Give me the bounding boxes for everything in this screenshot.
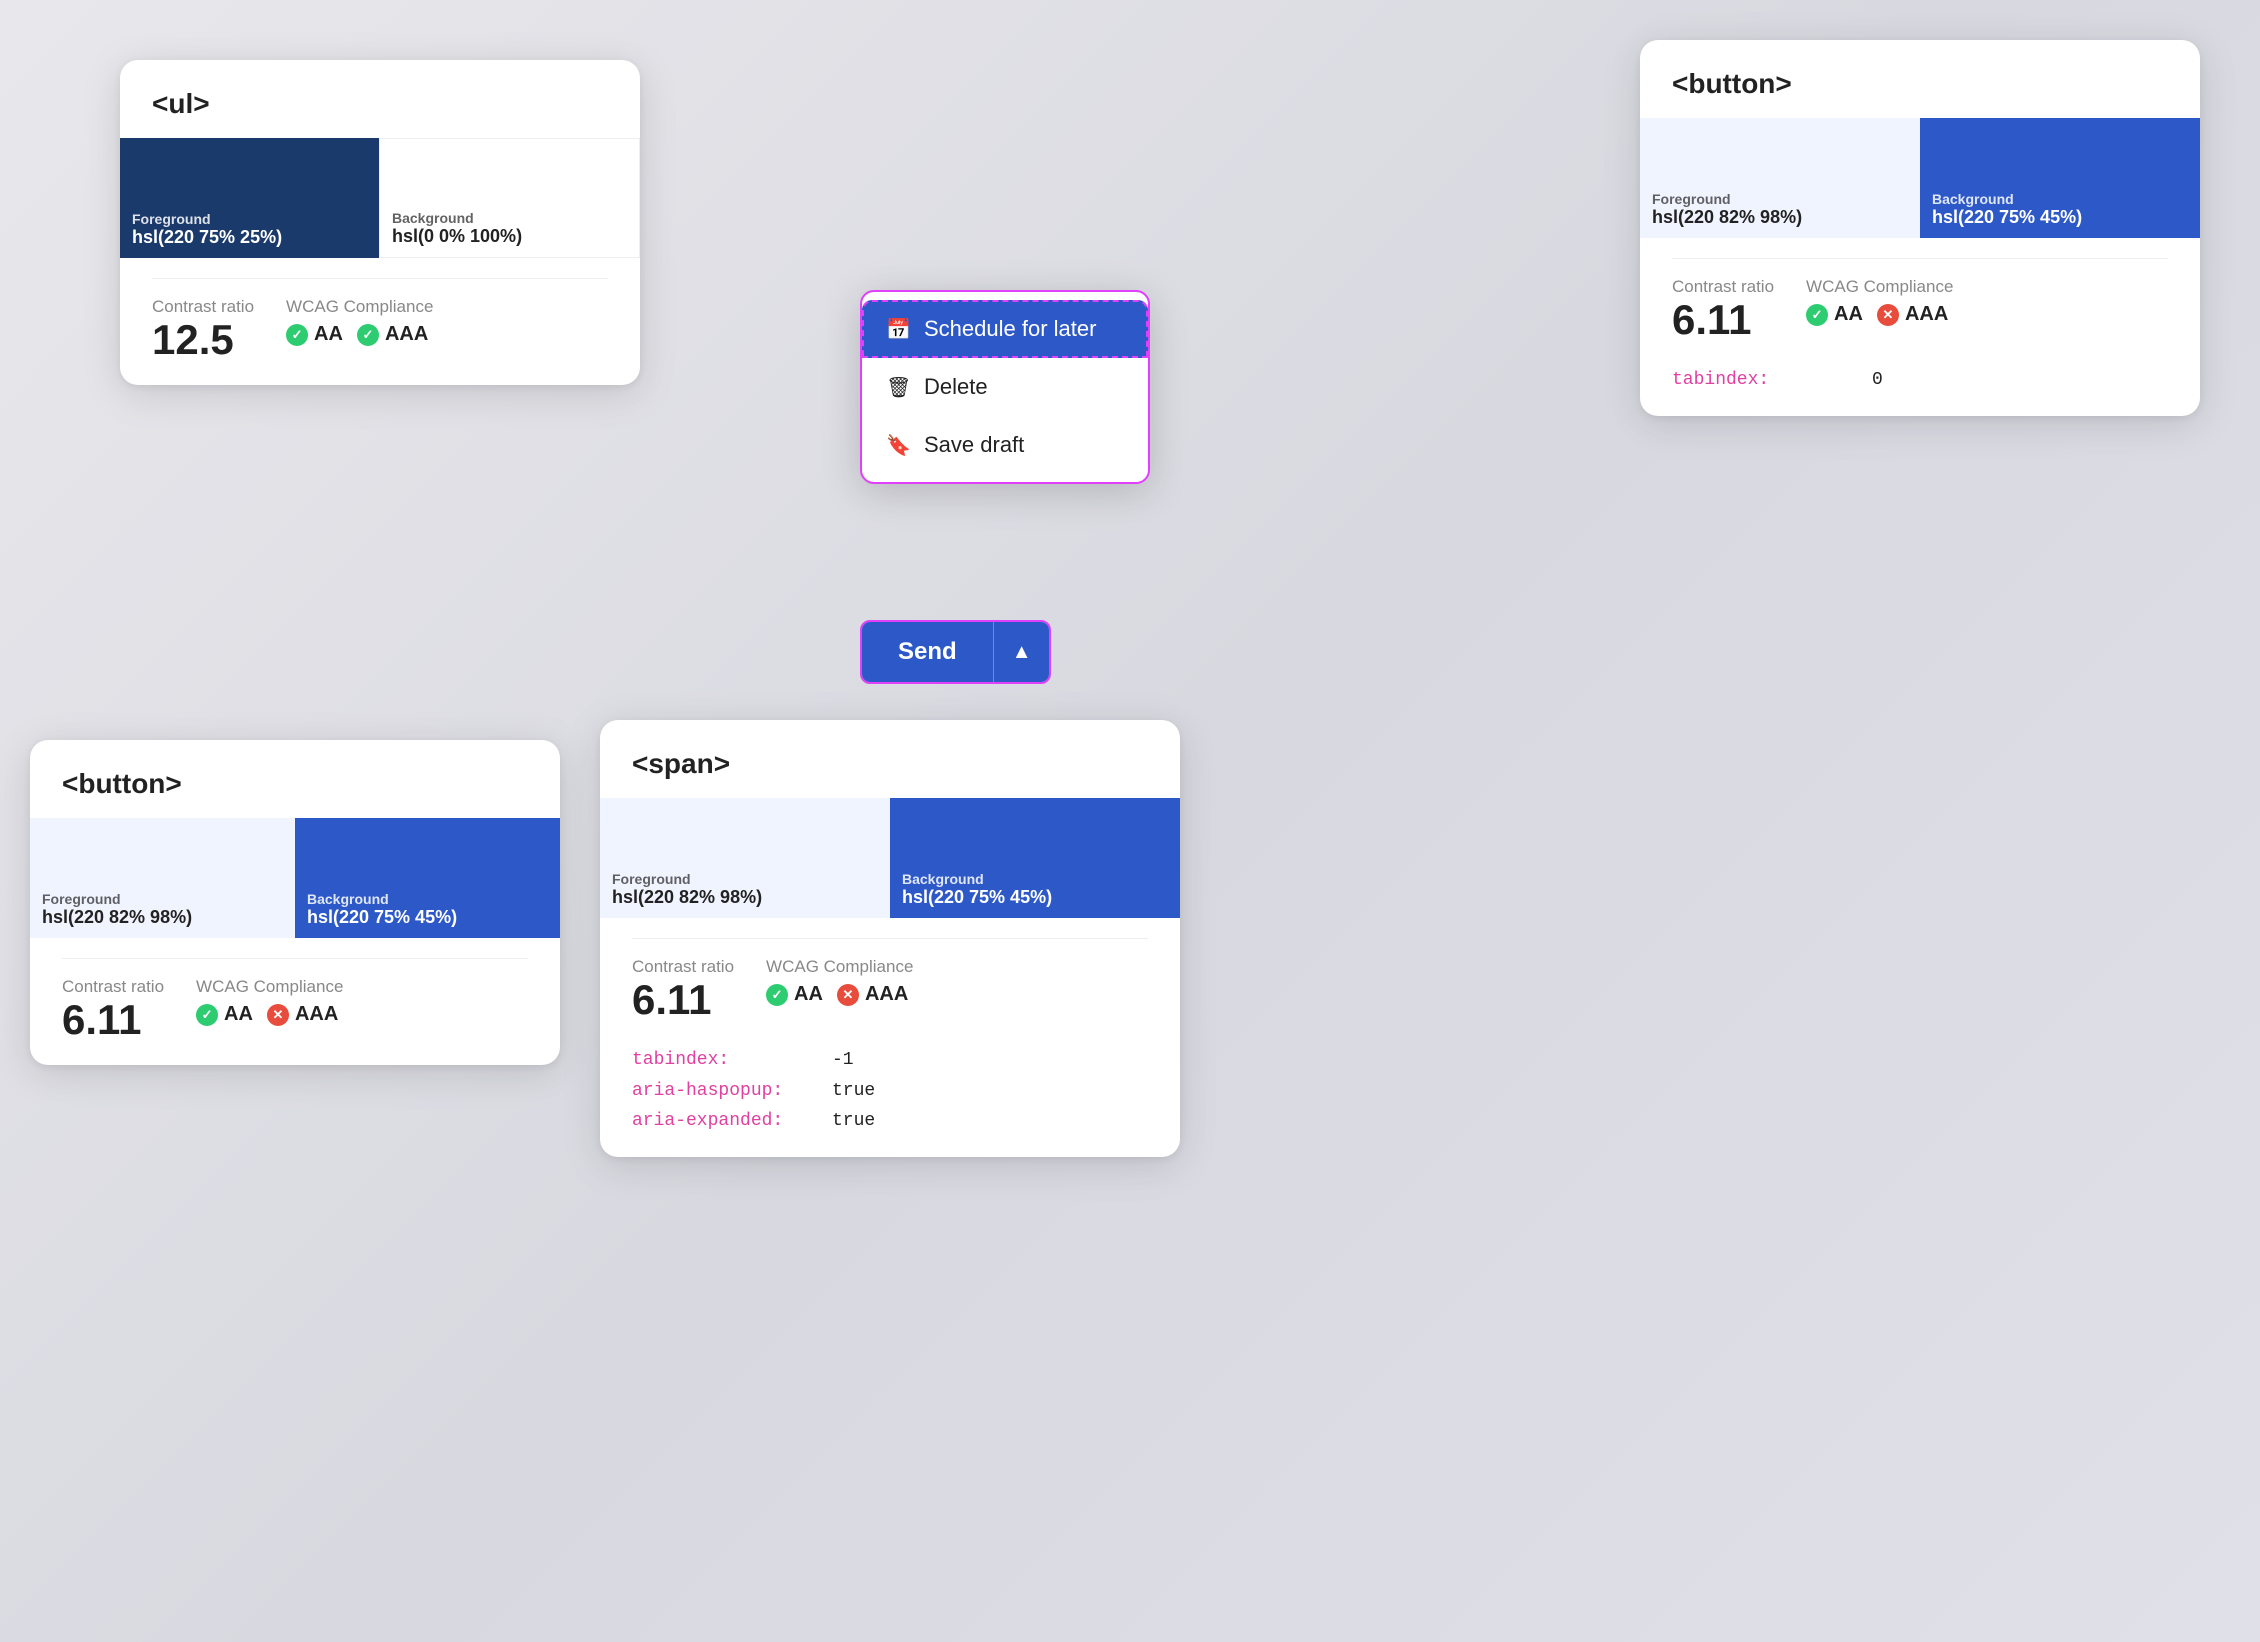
span-haspopup-val: true — [832, 1076, 875, 1107]
span-card: <span> Foreground hsl(220 82% 98%) Backg… — [600, 720, 1180, 1157]
btn-bot-aa-badge: ✓ AA — [196, 1003, 253, 1026]
ul-bg-value: hsl(0 0% 100%) — [392, 226, 522, 247]
button-top-card-tag: <button> — [1640, 40, 2200, 100]
btn-bot-fg-swatch: Foreground hsl(220 82% 98%) — [30, 818, 295, 938]
bookmark-icon: 🔖 — [886, 433, 910, 458]
btn-bot-wcag-label: WCAG Compliance — [196, 977, 343, 997]
button-top-bg-swatch: Background hsl(220 75% 45%) — [1920, 118, 2200, 238]
ul-aaa-check-icon: ✓ — [357, 324, 379, 346]
btn-top-aaa-badge: ✕ AAA — [1877, 303, 1948, 326]
btn-top-contrast-label: Contrast ratio — [1672, 277, 1774, 297]
ul-contrast-label: Contrast ratio — [152, 297, 254, 317]
ul-contrast-block: Contrast ratio 12.5 — [152, 297, 254, 361]
span-attr-row: tabindex: -1 aria-haspopup: true aria-ex… — [600, 1045, 1180, 1157]
btn-top-wcag-block: WCAG Compliance ✓ AA ✕ AAA — [1806, 277, 1953, 326]
btn-top-bg-value: hsl(220 75% 45%) — [1932, 207, 2082, 228]
ul-fg-value: hsl(220 75% 25%) — [132, 227, 282, 248]
calendar-icon: 📅 — [886, 317, 910, 342]
span-tabindex-line: tabindex: -1 — [632, 1045, 1148, 1076]
btn-bot-aaa-icon: ✕ — [267, 1004, 289, 1026]
span-fg-swatch: Foreground hsl(220 82% 98%) — [600, 798, 890, 918]
btn-top-tabindex-key: tabindex: — [1672, 365, 1852, 396]
btn-top-contrast-block: Contrast ratio 6.11 — [1672, 277, 1774, 341]
btn-bot-wcag-block: WCAG Compliance ✓ AA ✕ AAA — [196, 977, 343, 1026]
btn-top-aa-badge: ✓ AA — [1806, 303, 1863, 326]
ul-foreground-swatch: Foreground hsl(220 75% 25%) — [120, 138, 379, 258]
btn-top-contrast-value: 6.11 — [1672, 299, 1774, 341]
ul-card: <ul> Foreground hsl(220 75% 25%) Backgro… — [120, 60, 640, 385]
ul-fg-label: Foreground — [132, 211, 282, 227]
ul-wcag-label: WCAG Compliance — [286, 297, 433, 317]
span-haspopup-line: aria-haspopup: true — [632, 1076, 1148, 1107]
btn-bot-fg-label: Foreground — [42, 891, 192, 907]
dropdown-item-save-draft[interactable]: 🔖 Save draft — [862, 416, 1148, 474]
span-wcag-block: WCAG Compliance ✓ AA ✕ AAA — [766, 957, 913, 1006]
btn-top-attr-row: tabindex: 0 — [1640, 365, 2200, 416]
send-button-group[interactable]: Send ▲ — [860, 620, 1051, 684]
send-button[interactable]: Send — [862, 622, 993, 682]
span-expanded-line: aria-expanded: true — [632, 1106, 1148, 1137]
save-draft-label: Save draft — [924, 432, 1024, 458]
span-bg-value: hsl(220 75% 45%) — [902, 887, 1052, 908]
ul-aa-badge: ✓ AA — [286, 323, 343, 346]
btn-top-aaa-icon: ✕ — [1877, 304, 1899, 326]
button-bottom-card: <button> Foreground hsl(220 82% 98%) Bac… — [30, 740, 560, 1065]
span-tabindex-val: -1 — [832, 1045, 854, 1076]
dropdown-item-schedule[interactable]: 📅 Schedule for later — [862, 300, 1148, 358]
btn-bot-fg-value: hsl(220 82% 98%) — [42, 907, 192, 928]
span-tabindex-key: tabindex: — [632, 1045, 812, 1076]
ul-bg-label: Background — [392, 210, 522, 226]
span-bg-label: Background — [902, 871, 1052, 887]
ul-background-swatch: Background hsl(0 0% 100%) — [379, 138, 640, 258]
span-aaa-badge: ✕ AAA — [837, 983, 908, 1006]
btn-bot-aaa-badge: ✕ AAA — [267, 1003, 338, 1026]
span-wcag-label: WCAG Compliance — [766, 957, 913, 977]
span-bg-swatch: Background hsl(220 75% 45%) — [890, 798, 1180, 918]
span-fg-label: Foreground — [612, 871, 762, 887]
span-contrast-value: 6.11 — [632, 979, 734, 1021]
btn-bot-aa-icon: ✓ — [196, 1004, 218, 1026]
ul-card-tag: <ul> — [120, 60, 640, 120]
btn-top-fg-value: hsl(220 82% 98%) — [1652, 207, 1802, 228]
btn-bot-bg-value: hsl(220 75% 45%) — [307, 907, 457, 928]
span-expanded-val: true — [832, 1106, 875, 1137]
btn-top-tabindex-val: 0 — [1872, 365, 1883, 396]
delete-label: Delete — [924, 374, 988, 400]
ul-aa-check-icon: ✓ — [286, 324, 308, 346]
btn-bot-bg-swatch: Background hsl(220 75% 45%) — [295, 818, 560, 938]
span-fg-value: hsl(220 82% 98%) — [612, 887, 762, 908]
button-top-fg-swatch: Foreground hsl(220 82% 98%) — [1640, 118, 1920, 238]
btn-bot-contrast-value: 6.11 — [62, 999, 164, 1041]
schedule-label: Schedule for later — [924, 316, 1096, 342]
dropdown-menu: 📅 Schedule for later 🗑 Delete 🔖 Save dra… — [860, 290, 1150, 484]
ul-wcag-block: WCAG Compliance ✓ AA ✓ AAA — [286, 297, 433, 346]
span-contrast-block: Contrast ratio 6.11 — [632, 957, 734, 1021]
button-top-card: <button> Foreground hsl(220 82% 98%) Bac… — [1640, 40, 2200, 416]
span-aaa-icon: ✕ — [837, 984, 859, 1006]
span-aa-badge: ✓ AA — [766, 983, 823, 1006]
dropdown-item-delete[interactable]: 🗑 Delete — [862, 358, 1148, 416]
send-chevron-button[interactable]: ▲ — [993, 622, 1050, 682]
btn-bot-contrast-label: Contrast ratio — [62, 977, 164, 997]
chevron-up-icon: ▲ — [1012, 641, 1032, 663]
span-contrast-label: Contrast ratio — [632, 957, 734, 977]
trash-icon: 🗑 — [886, 375, 910, 400]
btn-bot-contrast-block: Contrast ratio 6.11 — [62, 977, 164, 1041]
btn-top-bg-label: Background — [1932, 191, 2082, 207]
span-expanded-key: aria-expanded: — [632, 1106, 812, 1137]
ul-aaa-badge: ✓ AAA — [357, 323, 428, 346]
span-aa-icon: ✓ — [766, 984, 788, 1006]
btn-bot-bg-label: Background — [307, 891, 457, 907]
button-bottom-card-tag: <button> — [30, 740, 560, 800]
btn-top-wcag-label: WCAG Compliance — [1806, 277, 1953, 297]
btn-top-fg-label: Foreground — [1652, 191, 1802, 207]
span-haspopup-key: aria-haspopup: — [632, 1076, 812, 1107]
span-card-tag: <span> — [600, 720, 1180, 780]
ul-contrast-value: 12.5 — [152, 319, 254, 361]
btn-top-aa-icon: ✓ — [1806, 304, 1828, 326]
